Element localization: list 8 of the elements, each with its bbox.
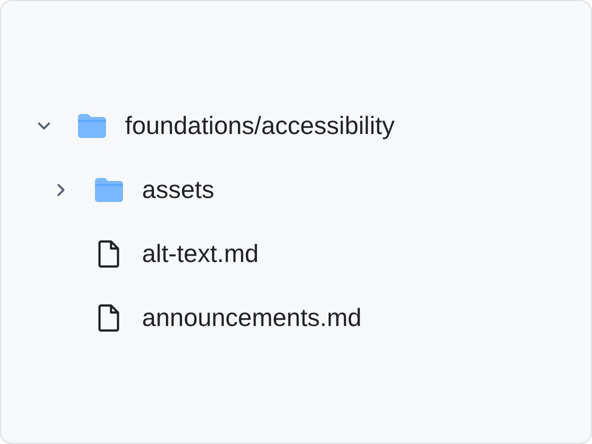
folder-name[interactable]: foundations/accessibility [125,112,395,140]
folder-name[interactable]: assets [142,176,214,204]
file-name[interactable]: announcements.md [142,304,362,332]
file-icon [98,304,120,332]
folder-icon [93,176,125,204]
file-icon [98,240,120,268]
folder-icon [76,112,108,140]
file-name[interactable]: alt-text.md [142,240,259,268]
